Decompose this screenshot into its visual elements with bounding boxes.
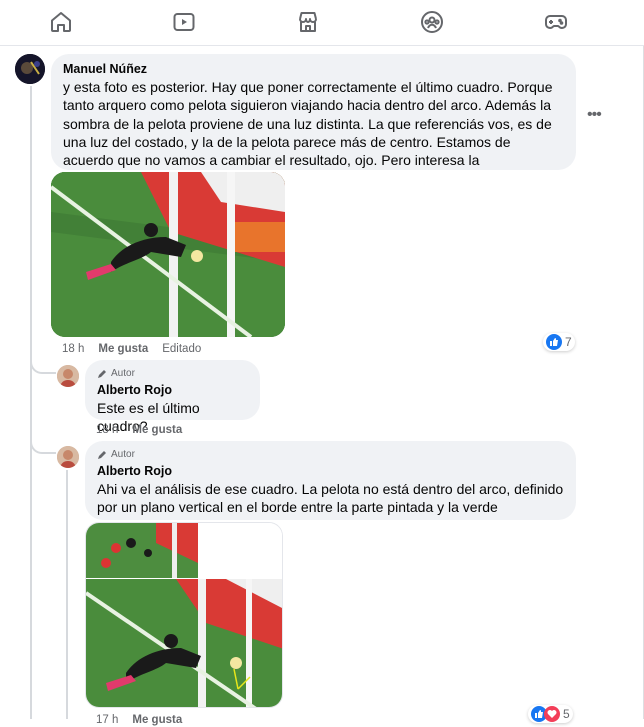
avatar[interactable] [15, 54, 45, 84]
reply-photo[interactable] [85, 522, 283, 708]
more-options-icon[interactable]: ••• [587, 106, 602, 124]
reaction-number: 7 [565, 335, 572, 349]
thread-line [66, 470, 68, 719]
home-icon[interactable] [49, 10, 73, 34]
groups-icon[interactable] [420, 10, 444, 34]
marketplace-icon[interactable] [296, 10, 320, 34]
reply-bubble: Autor Alberto Rojo Este es el último cua… [85, 360, 260, 434]
comment-photo[interactable] [51, 172, 285, 337]
avatar[interactable] [57, 365, 79, 387]
author-badge-label: Autor [111, 368, 135, 379]
avatar[interactable] [57, 446, 79, 468]
comment-time[interactable]: 18 h [62, 342, 84, 356]
thread-connector [30, 440, 56, 454]
comment-meta: 18 h Me gusta Editado [62, 342, 201, 356]
like-reaction-icon [546, 334, 562, 350]
author-badge: Autor [97, 448, 564, 461]
love-reaction-icon [544, 706, 560, 722]
reply-time[interactable]: 17 h [96, 713, 118, 727]
reaction-count[interactable]: 5 [528, 705, 573, 723]
thread-line [30, 86, 32, 719]
thread-connector [30, 360, 56, 374]
reply-bubble: Autor Alberto Rojo Ahi va el análisis de… [85, 441, 576, 520]
author-badge: Autor [97, 367, 248, 380]
comment-bubble: Manuel Núñez y esta foto es posterior. H… [51, 54, 576, 186]
reply-author[interactable]: Alberto Rojo [97, 463, 564, 480]
author-badge-label: Autor [111, 449, 135, 460]
top-navigation [0, 0, 644, 46]
pencil-icon [98, 369, 106, 378]
like-button[interactable]: Me gusta [98, 342, 148, 356]
like-button[interactable]: Me gusta [132, 713, 182, 727]
like-button[interactable]: Me gusta [132, 423, 182, 437]
video-icon[interactable] [172, 10, 196, 34]
comment-author[interactable]: Manuel Núñez [63, 61, 564, 78]
reply-author[interactable]: Alberto Rojo [97, 382, 248, 399]
reply-text: Ahi va el análisis de ese cuadro. La pel… [97, 481, 564, 516]
pencil-icon [98, 450, 106, 459]
reply-meta: 18 h Me gusta [96, 423, 182, 437]
gaming-icon[interactable] [544, 10, 568, 34]
reply-time[interactable]: 18 h [96, 423, 118, 437]
edited-label: Editado [162, 343, 202, 355]
reply-meta: 17 h Me gusta [96, 713, 182, 727]
reaction-count[interactable]: 7 [543, 333, 575, 351]
